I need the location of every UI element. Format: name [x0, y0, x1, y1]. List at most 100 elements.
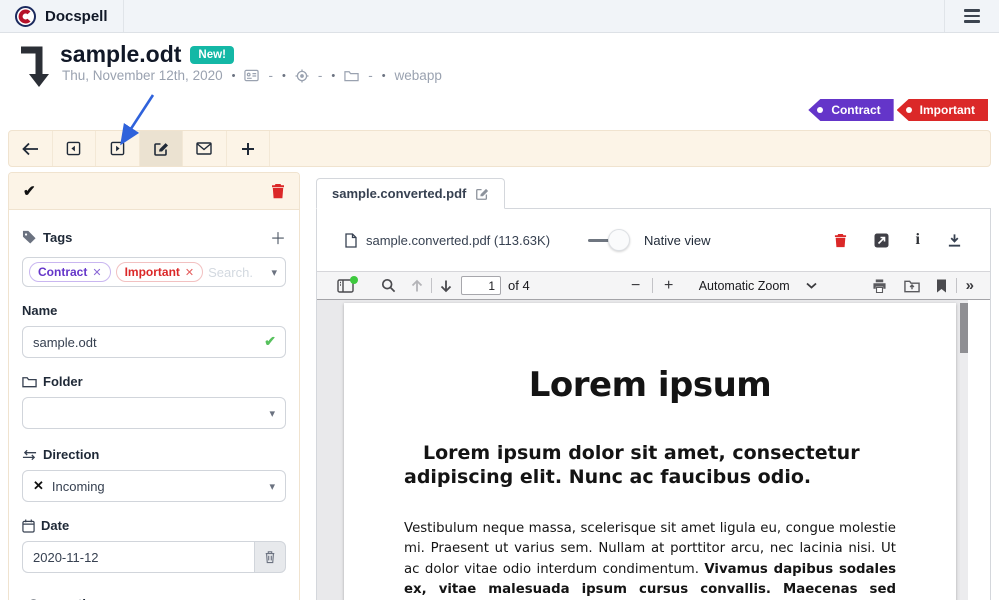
zoom-in-icon[interactable]: + — [660, 277, 678, 295]
native-view-toggle[interactable] — [588, 229, 630, 251]
pdf-sidebar-toggle-icon[interactable] — [337, 279, 354, 293]
dropdown-caret-icon[interactable]: ▾ — [269, 407, 275, 420]
tag-chip-contract[interactable]: Contract✕ — [29, 262, 111, 282]
pdf-title: Lorem ipsum — [344, 365, 956, 405]
plus-icon — [241, 142, 255, 156]
concerning-value: - — [318, 68, 323, 83]
download-icon[interactable] — [947, 233, 962, 248]
info-icon[interactable]: i — [916, 231, 920, 249]
folder-section-label: Folder — [22, 374, 286, 389]
back-button[interactable] — [9, 131, 53, 166]
dot-separator: • — [232, 70, 236, 82]
dropdown-caret-icon[interactable]: ▾ — [271, 266, 277, 279]
folder-select[interactable]: ▾ — [22, 397, 286, 429]
pdf-page-count: of 4 — [508, 278, 530, 293]
caret-square-right-icon — [110, 141, 125, 156]
dot-separator: • — [382, 70, 386, 82]
delete-item-trash-icon[interactable] — [271, 183, 285, 199]
folder-value: - — [368, 68, 373, 83]
file-icon — [345, 233, 357, 248]
envelope-icon — [196, 142, 212, 155]
add-tag-plus-icon[interactable]: ＋ — [270, 225, 286, 249]
edit-mode-button[interactable] — [140, 131, 184, 166]
tag-ribbon-important: Important — [897, 99, 988, 121]
concerning-crosshair-icon — [295, 69, 309, 83]
open-file-icon[interactable] — [904, 279, 920, 293]
print-icon[interactable] — [872, 279, 887, 293]
saved-check-icon: ✔ — [264, 333, 276, 350]
zoom-level-select[interactable]: Automatic Zoom — [690, 275, 826, 297]
pdf-canvas-area: Lorem ipsum Lorem ipsum dolor sit amet, … — [317, 300, 968, 600]
clear-date-button[interactable] — [254, 541, 286, 573]
tag-ribbons: Contract Important — [808, 99, 988, 121]
tag-search-input[interactable] — [208, 265, 266, 280]
correspondent-card-icon — [244, 69, 259, 82]
caret-square-left-icon — [66, 141, 81, 156]
tag-chip-important[interactable]: Important✕ — [116, 262, 204, 282]
doc-date: Thu, November 12th, 2020 — [62, 68, 223, 83]
dropdown-caret-icon[interactable]: ▾ — [269, 480, 275, 493]
page-title: sample.odt — [60, 41, 181, 68]
zoom-out-icon[interactable]: − — [627, 277, 645, 295]
correspondent-value: - — [268, 68, 273, 83]
times-icon[interactable]: ✕ — [33, 478, 44, 494]
pdf-scrollbar[interactable] — [960, 301, 968, 600]
dot-separator: • — [331, 70, 335, 82]
direction-select[interactable]: ✕ Incoming ▾ — [22, 470, 286, 502]
pdfjs-toolbar: of 4 − + Automatic Zoom » — [317, 271, 990, 300]
next-item-button[interactable] — [96, 131, 140, 166]
rename-file-icon[interactable] — [475, 187, 489, 201]
date-input[interactable] — [22, 541, 254, 573]
edit-sidebar-panel: ✔ Tags ＋ Contract✕ Important✕ ▾ Name — [8, 172, 300, 600]
file-name-size: sample.converted.pdf (113.63K) — [366, 233, 550, 248]
name-input[interactable] — [22, 326, 286, 358]
folder-icon — [22, 375, 37, 388]
remove-tag-icon[interactable]: ✕ — [185, 266, 194, 279]
confirm-check-icon[interactable]: ✔ — [23, 182, 36, 200]
file-meta-row: sample.converted.pdf (113.63K) Native vi… — [317, 209, 990, 271]
calendar-icon — [22, 519, 35, 533]
menu-hamburger-icon[interactable] — [944, 0, 999, 32]
tab-converted-pdf[interactable]: sample.converted.pdf — [316, 178, 505, 209]
dot-separator: • — [282, 70, 286, 82]
tag-icon — [22, 230, 37, 244]
attachment-viewer: sample.converted.pdf (113.63K) Native vi… — [316, 208, 991, 600]
docspell-logo-icon — [15, 6, 36, 27]
pdf-search-icon[interactable] — [381, 278, 396, 293]
brand-name: Docspell — [45, 8, 108, 25]
exchange-icon — [22, 449, 37, 461]
tags-multiselect[interactable]: Contract✕ Important✕ ▾ — [22, 257, 286, 287]
pdf-page-number-input[interactable] — [461, 276, 501, 295]
external-link-square-icon[interactable] — [874, 233, 889, 248]
pdf-prev-page-icon[interactable] — [410, 279, 424, 293]
source-value: webapp — [395, 68, 442, 83]
tags-section-label: Tags ＋ — [22, 225, 286, 249]
bookmark-icon[interactable] — [936, 279, 947, 293]
native-view-label: Native view — [644, 233, 710, 248]
add-files-button[interactable] — [227, 131, 271, 166]
edit-pencil-square-icon — [153, 141, 169, 157]
doc-meta-row: Thu, November 12th, 2020 • - • - • - • w… — [62, 68, 442, 83]
date-section-label: Date — [22, 518, 286, 533]
edit-sidebar-header: ✔ — [9, 173, 299, 210]
pdf-next-page-icon[interactable] — [439, 279, 453, 293]
pdf-page: Lorem ipsum Lorem ipsum dolor sit amet, … — [344, 303, 956, 600]
direction-section-label: Direction — [22, 447, 286, 462]
delete-file-trash-icon[interactable] — [834, 233, 847, 248]
remove-tag-icon[interactable]: ✕ — [92, 266, 101, 279]
level-down-icon — [17, 44, 49, 88]
brand-home-link[interactable]: Docspell — [0, 0, 124, 32]
status-green-dot — [350, 276, 358, 284]
prev-item-button[interactable] — [53, 131, 97, 166]
pdf-scrollbar-thumb[interactable] — [960, 303, 968, 353]
pdf-subtitle: Lorem ipsum dolor sit amet, consectetur … — [404, 442, 896, 490]
item-toolbar — [8, 130, 991, 167]
folder-icon — [344, 69, 359, 82]
navbar: Docspell — [0, 0, 999, 33]
send-mail-button[interactable] — [183, 131, 227, 166]
more-tools-chevrons-icon[interactable]: » — [966, 277, 974, 294]
new-badge: New! — [190, 46, 233, 64]
tag-ribbon-contract: Contract — [808, 99, 893, 121]
pdf-paragraph: Vestibulum neque massa, scelerisque sit … — [404, 519, 896, 600]
chevron-down-icon — [806, 282, 817, 289]
